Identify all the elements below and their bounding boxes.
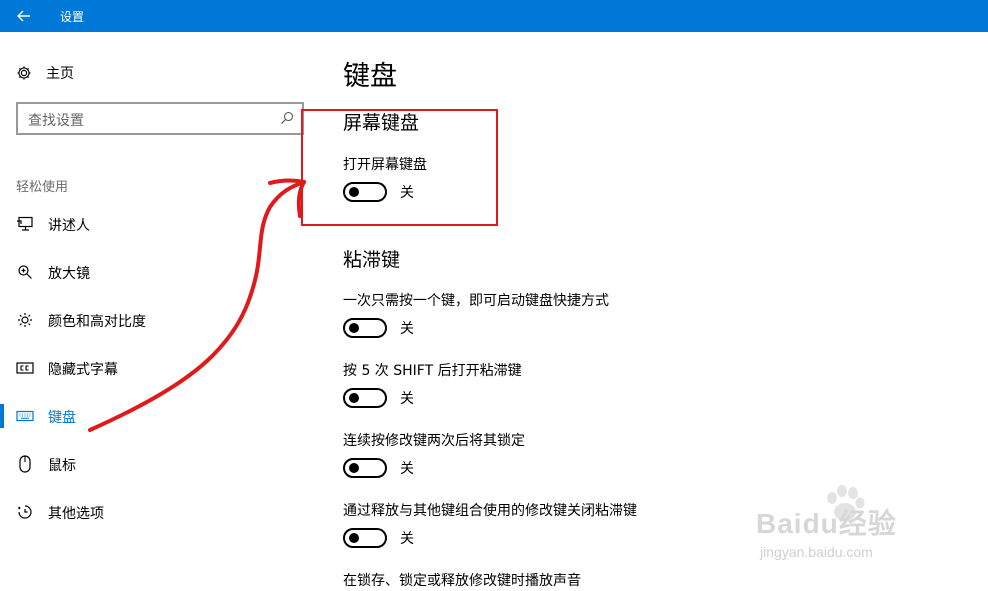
- sticky-lock-label: 连续按修改键两次后将其锁定: [343, 433, 525, 449]
- toggle-state: 关: [400, 321, 414, 337]
- sticky-release-label: 通过释放与其他键组合使用的修改键关闭粘滞键: [343, 503, 637, 519]
- home-label: 主页: [46, 66, 74, 82]
- sticky-lock-toggle-row: 关: [343, 457, 414, 479]
- sidebar-item-label: 放大镜: [48, 266, 90, 282]
- magnifier-icon: [16, 263, 34, 281]
- sidebar-item-closed-captions[interactable]: 隐藏式字幕: [0, 348, 300, 388]
- brightness-icon: [16, 311, 34, 329]
- gear-icon: [17, 66, 31, 80]
- sticky-keys-heading: 粘滞键: [343, 249, 401, 271]
- toggle-state: 关: [400, 391, 414, 407]
- toggle-knob: [349, 533, 359, 543]
- sticky-lock-toggle[interactable]: [343, 458, 387, 478]
- section-label: 轻松使用: [16, 180, 69, 195]
- toggle-state: 关: [400, 531, 414, 547]
- sidebar-item-narrator[interactable]: 讲述人: [0, 204, 300, 244]
- watermark-url: jingyan.baidu.com: [760, 544, 873, 560]
- sticky-sound-label: 在锁存、锁定或释放修改键时播放声音: [343, 573, 581, 589]
- sidebar-item-other-options[interactable]: 其他选项: [0, 492, 300, 532]
- sticky-shift-toggle-row: 关: [343, 387, 414, 409]
- sticky-release-toggle-row: 关: [343, 527, 414, 549]
- back-button[interactable]: [0, 0, 48, 32]
- sticky-release-toggle[interactable]: [343, 528, 387, 548]
- home-link[interactable]: 主页: [16, 62, 74, 84]
- closed-caption-icon: [16, 359, 34, 377]
- toggle-knob: [349, 323, 359, 333]
- sticky-shift-label: 按 5 次 SHIFT 后打开粘滞键: [343, 363, 522, 379]
- title-bar: 设置: [0, 0, 988, 32]
- sidebar-item-magnifier[interactable]: 放大镜: [0, 252, 300, 292]
- sidebar-item-label: 颜色和高对比度: [48, 314, 146, 330]
- sticky-shortcut-toggle-row: 关: [343, 317, 414, 339]
- search-placeholder: 查找设置: [28, 113, 84, 129]
- sidebar-item-mouse[interactable]: 鼠标: [0, 444, 300, 484]
- search-input[interactable]: 查找设置: [16, 102, 304, 135]
- sticky-shift-toggle[interactable]: [343, 388, 387, 408]
- other-options-icon: [16, 503, 34, 521]
- sidebar-item-label: 隐藏式字幕: [48, 362, 118, 378]
- watermark: Baidu经验 jingyan.baidu.com: [756, 485, 956, 574]
- narrator-icon: [16, 215, 34, 233]
- toggle-state: 关: [400, 461, 414, 477]
- sidebar-item-label: 其他选项: [48, 506, 104, 522]
- selection-indicator: [0, 404, 4, 428]
- sticky-shortcut-label: 一次只需按一个键，即可启动键盘快捷方式: [343, 293, 609, 309]
- sidebar-item-label: 讲述人: [48, 218, 90, 234]
- toggle-knob: [349, 463, 359, 473]
- annotation-highlight-box: [301, 109, 498, 226]
- page-title: 键盘: [343, 61, 397, 92]
- keyboard-icon: [16, 407, 34, 425]
- search-icon[interactable]: [280, 111, 294, 125]
- sidebar-item-label: 鼠标: [48, 458, 76, 474]
- mouse-icon: [16, 455, 34, 473]
- back-arrow-icon: [17, 10, 30, 22]
- watermark-logo: Baidu经验: [756, 508, 897, 539]
- sidebar-item-color-contrast[interactable]: 颜色和高对比度: [0, 300, 300, 340]
- sticky-shortcut-toggle[interactable]: [343, 318, 387, 338]
- sidebar-item-keyboard[interactable]: 键盘: [0, 396, 300, 436]
- sidebar-item-label: 键盘: [48, 410, 76, 426]
- toggle-knob: [349, 393, 359, 403]
- sidebar: 主页 查找设置 轻松使用 讲述人 放大镜 颜色和高对比度 隐藏式字幕 键盘 鼠标…: [0, 32, 320, 591]
- window-title: 设置: [60, 10, 85, 24]
